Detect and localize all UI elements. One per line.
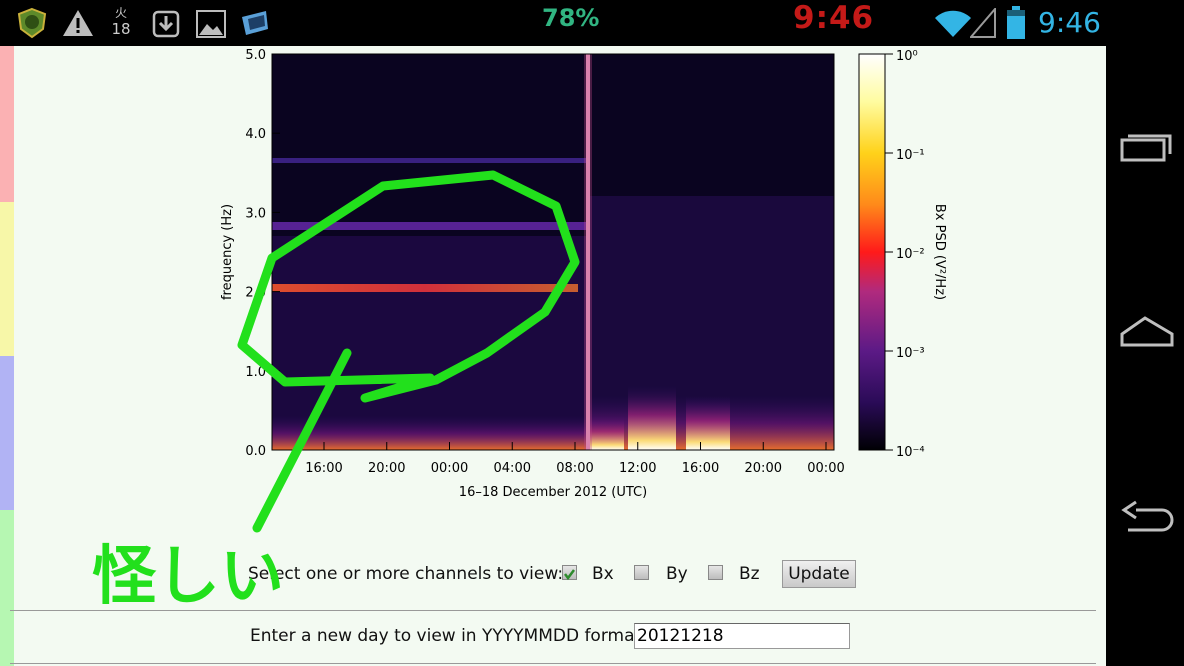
date-entry-label: Enter a new day to view in YYYYMMDD form…: [250, 626, 647, 646]
channel-label-bz: Bz: [739, 564, 760, 584]
colorbar-ticks: 10⁰ 10⁻¹ 10⁻² 10⁻³ 10⁻⁴: [885, 49, 925, 460]
web-page: 0.0 1.0 2.0 3.0 4.0 5.0 16:00 20:00 00:00 04:00 0…: [0, 46, 1106, 666]
y-tick-label: 4.0: [245, 127, 266, 142]
x-tick-label: 12:00: [619, 461, 656, 476]
x-tick-label: 08:00: [556, 461, 593, 476]
navigation-bar: [1106, 46, 1184, 666]
band-3p65hz: [272, 158, 586, 163]
recent-apps-icon: [1120, 134, 1172, 162]
battery-icon: [1007, 6, 1025, 39]
calendar-day-number: 18: [111, 20, 131, 38]
x-axis-label: 16–18 December 2012 (UTC): [459, 485, 647, 500]
app-blue-icon: [242, 11, 268, 35]
x-tick-label: 00:00: [431, 461, 468, 476]
y-tick-label: 0.0: [245, 444, 266, 459]
x-tick-label: 16:00: [682, 461, 719, 476]
divider-bottom: [10, 663, 1096, 664]
y-tick-label: 1.0: [245, 365, 266, 380]
divider: [10, 610, 1096, 611]
low-freq-floor-left: [272, 416, 586, 450]
checkbox-bx[interactable]: [562, 565, 577, 581]
back-button[interactable]: [1106, 476, 1184, 556]
update-button[interactable]: Update: [782, 560, 856, 588]
back-icon: [1121, 500, 1174, 532]
date-entry-row: Enter a new day to view in YYYYMMDD form…: [250, 623, 850, 649]
status-bar: 火 18 78% 9:46 9:46: [0, 0, 1184, 46]
colorbar-tick-label: 10⁻²: [896, 247, 925, 262]
battery-percent: 78%: [542, 4, 600, 32]
burst-glow-3: [686, 396, 730, 450]
colorbar-tick-label: 10⁻¹: [896, 148, 925, 163]
y-tick-label: 5.0: [245, 48, 266, 63]
home-icon: [1120, 316, 1174, 347]
wifi-icon: [935, 10, 971, 38]
x-tick-label: 20:00: [745, 461, 782, 476]
y-tick-label: 3.0: [245, 206, 266, 221]
calendar-icon: 火 18: [110, 5, 132, 37]
x-tick-label: 16:00: [305, 461, 342, 476]
x-tick-label: 00:00: [807, 461, 844, 476]
burst-glow-2: [628, 386, 676, 450]
date-input[interactable]: [634, 623, 850, 649]
colorbar-tick-label: 10⁻³: [896, 346, 925, 361]
y-axis-label: frequency (Hz): [220, 204, 235, 300]
warning-icon: [63, 10, 93, 36]
burst-glow-1: [590, 416, 624, 450]
channel-label-bx: Bx: [592, 564, 614, 584]
x-tick-label: 20:00: [368, 461, 405, 476]
calendar-day-char: 火: [114, 6, 127, 20]
image-icon: [196, 10, 226, 38]
download-icon: [152, 10, 180, 38]
big-clock: 9:46: [793, 0, 875, 36]
colorbar: [858, 53, 886, 451]
colorbar-label: Bx PSD (V²/Hz): [932, 204, 947, 300]
channel-label-by: By: [666, 564, 688, 584]
system-clock: 9:46: [1038, 6, 1101, 39]
home-button[interactable]: [1106, 290, 1184, 370]
spectrogram-figure: 0.0 1.0 2.0 3.0 4.0 5.0 16:00 20:00 00:00 04:00 0…: [220, 48, 947, 500]
band-2p85hz: [272, 222, 586, 230]
checkbox-by[interactable]: [634, 565, 649, 580]
signal-icon: [970, 8, 996, 38]
recent-apps-button[interactable]: [1106, 106, 1184, 186]
y-tick-label: 2.0: [245, 286, 266, 301]
checkbox-bz[interactable]: [708, 565, 723, 580]
channel-prompt: Select one or more channels to view:: [248, 564, 564, 584]
band-2p05hz: [272, 284, 578, 292]
colorbar-tick-label: 10⁻⁴: [896, 445, 925, 460]
x-tick-label: 04:00: [494, 461, 531, 476]
colorbar-tick-label: 10⁰: [896, 49, 918, 64]
app-shield-icon: [17, 7, 47, 39]
